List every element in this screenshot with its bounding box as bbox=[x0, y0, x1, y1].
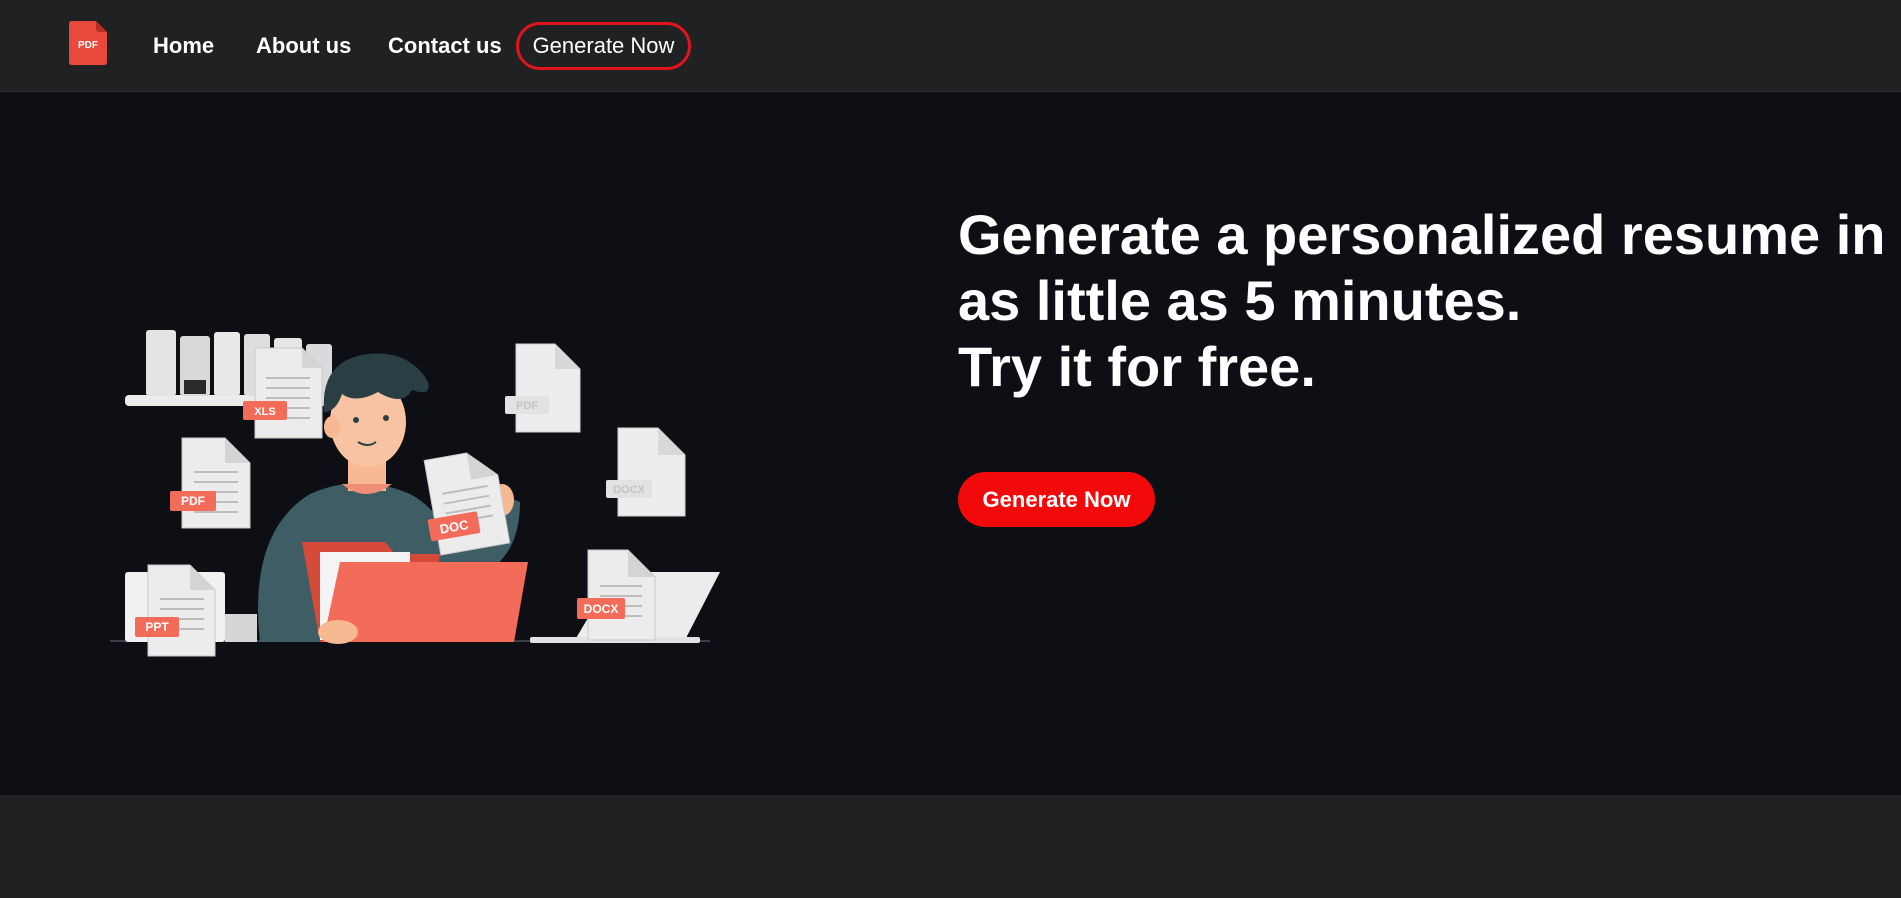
ppt-tag: PPT bbox=[145, 620, 169, 634]
headline-line-2: as little as 5 minutes. bbox=[958, 269, 1522, 332]
ppt-document-icon: PPT bbox=[125, 564, 257, 657]
nav-contact-link[interactable]: Contact us bbox=[388, 31, 502, 61]
hero-generate-button[interactable]: Generate Now bbox=[958, 472, 1155, 527]
navbar: PDF Home About us Contact us Generate No… bbox=[0, 0, 1901, 92]
docx-document-bottom-icon: DOCX bbox=[577, 549, 656, 641]
docx-tag-right: DOCX bbox=[613, 484, 645, 496]
pdf-tag-left: PDF bbox=[181, 494, 205, 508]
logo-text: PDF bbox=[78, 40, 98, 51]
pdf-document-top-icon: PDF bbox=[505, 343, 581, 433]
nav-generate-button[interactable]: Generate Now bbox=[516, 22, 691, 70]
headline-line-3: Try it for free. bbox=[958, 335, 1316, 398]
nav-about-link[interactable]: About us bbox=[256, 31, 351, 61]
docx-document-right-icon: DOCX bbox=[606, 427, 686, 517]
headline-line-1: Generate a personalized resume in bbox=[958, 203, 1886, 266]
pdf-document-left-icon: PDF bbox=[170, 437, 251, 529]
hero-headline: Generate a personalized resume in as lit… bbox=[958, 202, 1886, 400]
resume-illustration: XLS PDF PDF DOCX PPT DOCX DOC bbox=[110, 330, 720, 657]
hero-section: XLS PDF PDF DOCX PPT DOCX DOC Generate a… bbox=[0, 92, 1901, 795]
nav-home-link[interactable]: Home bbox=[153, 31, 214, 61]
pdf-tag-top: PDF bbox=[516, 400, 538, 412]
xls-tag: XLS bbox=[254, 406, 275, 418]
footer bbox=[0, 795, 1901, 898]
docx-tag-bottom: DOCX bbox=[584, 602, 619, 616]
pdf-logo-icon[interactable]: PDF bbox=[69, 21, 107, 65]
xls-document-icon: XLS bbox=[243, 347, 323, 439]
